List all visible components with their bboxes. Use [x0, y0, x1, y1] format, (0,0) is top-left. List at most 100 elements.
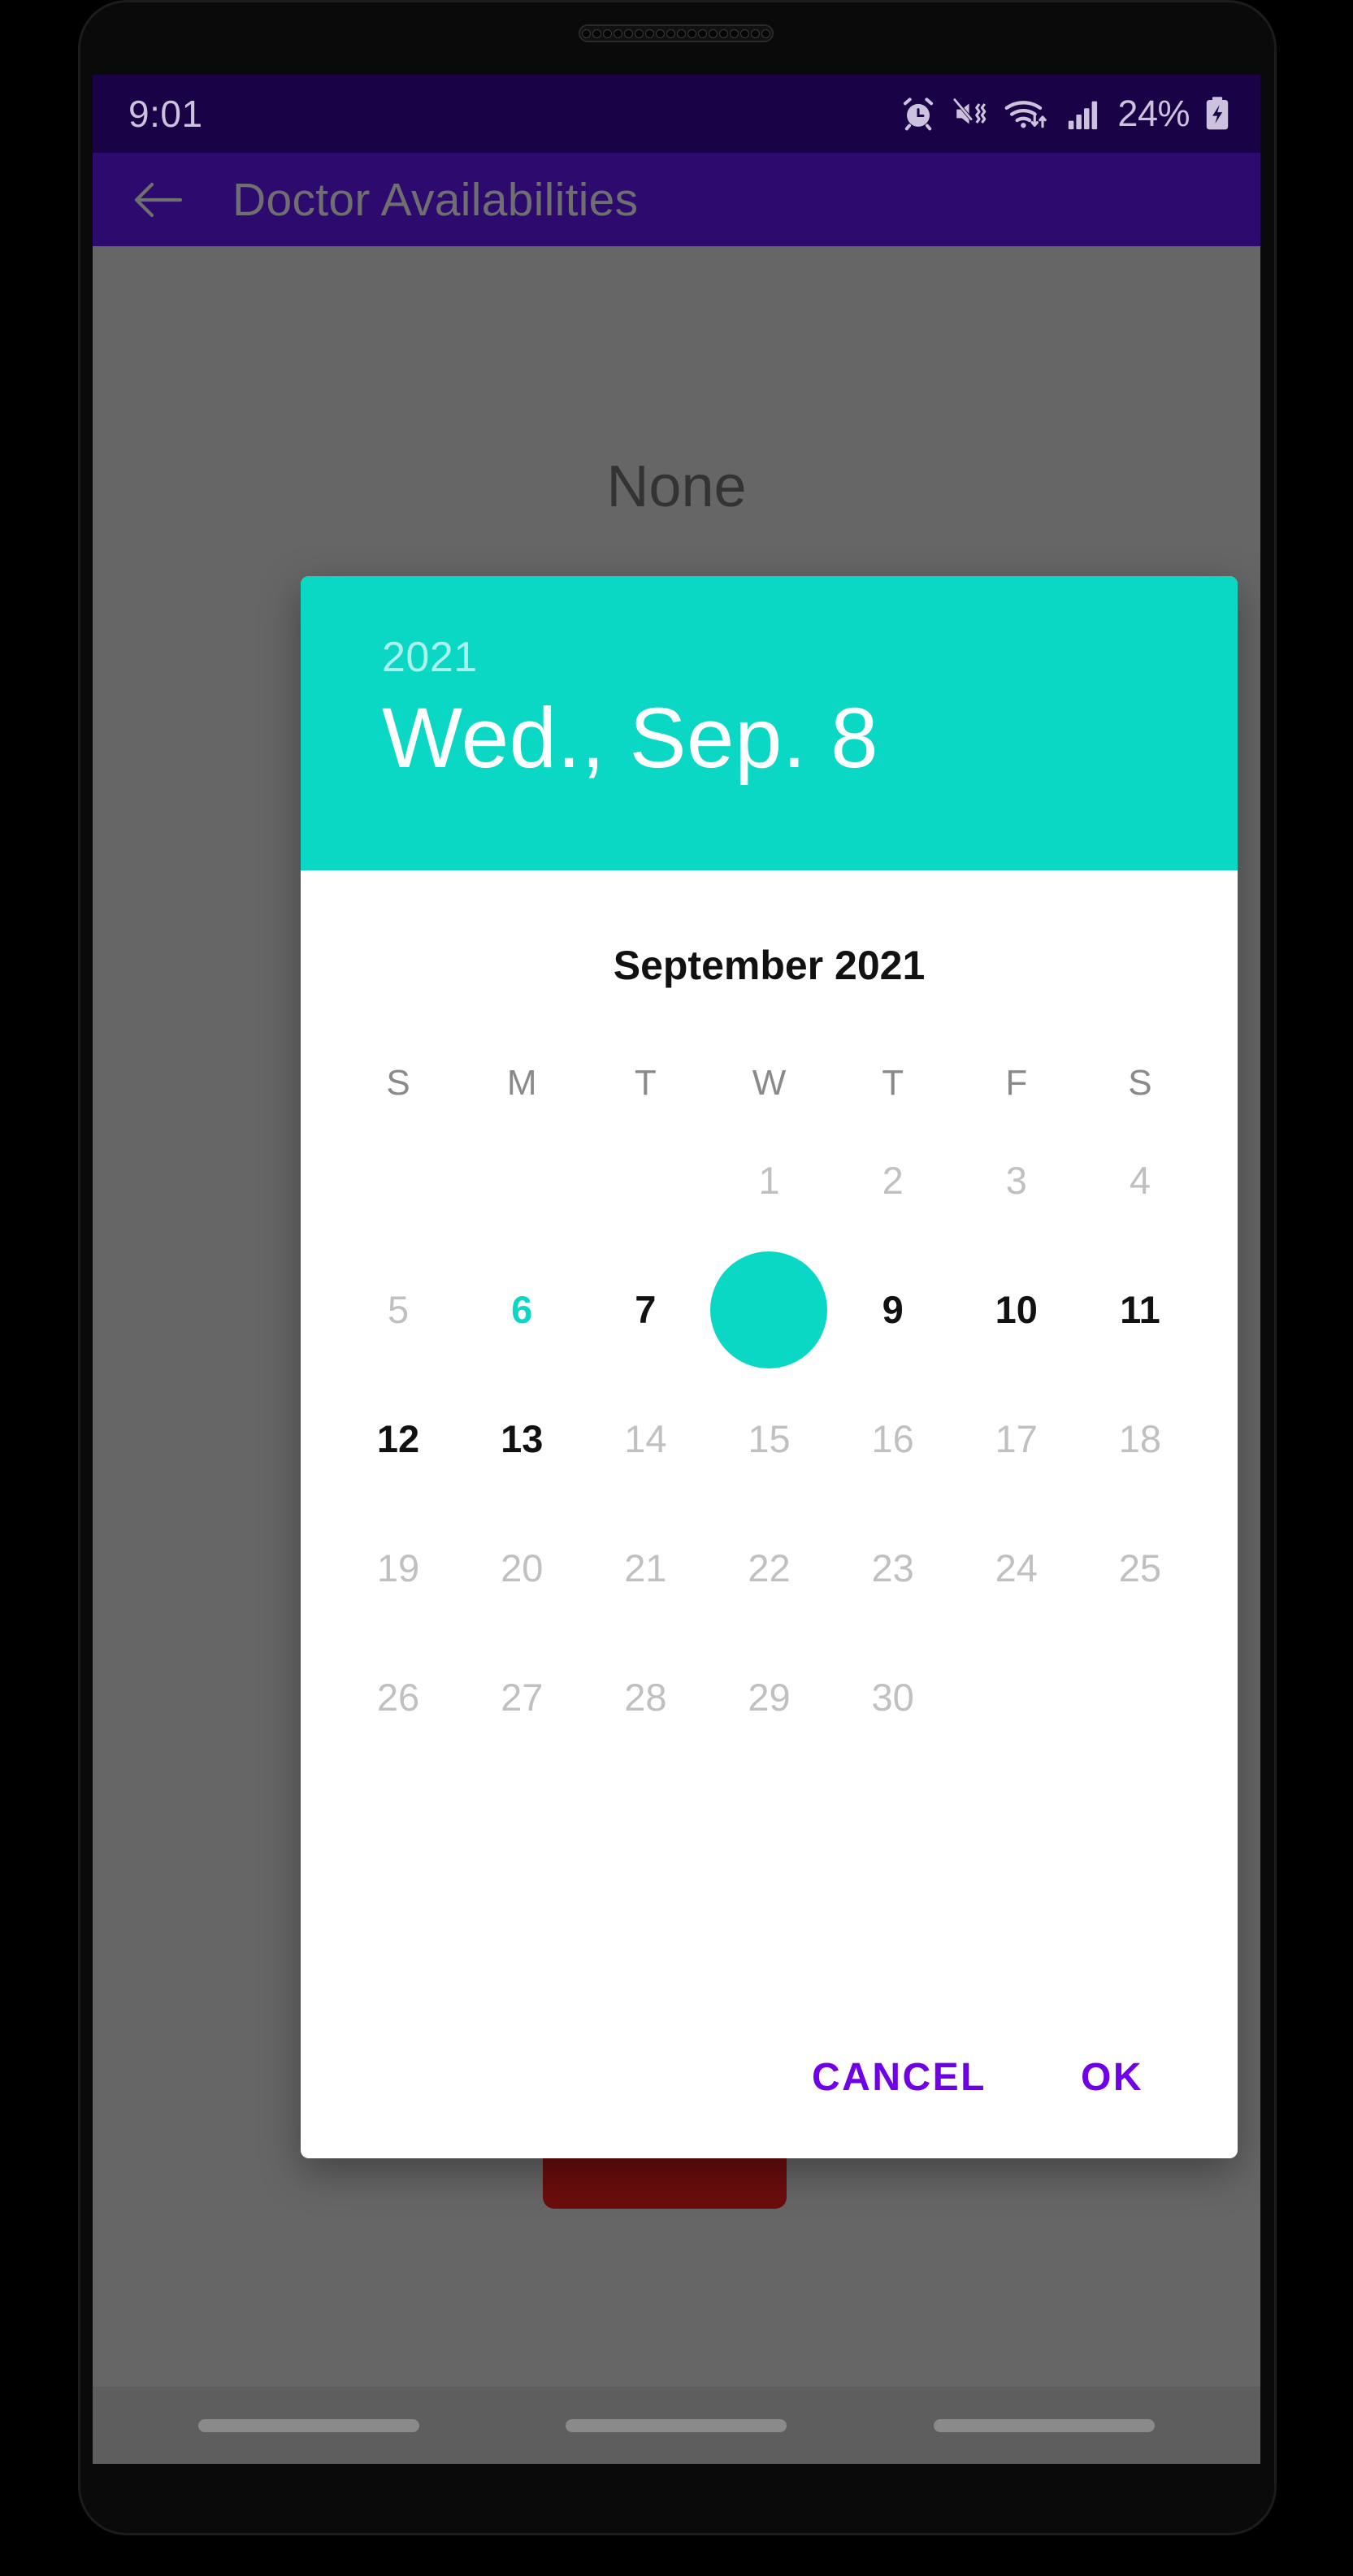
battery-charging-icon — [1206, 97, 1229, 130]
day-cell: 22 — [707, 1503, 830, 1633]
day-number: 27 — [501, 1676, 544, 1719]
day-cell: 1 — [707, 1116, 830, 1245]
day-cell[interactable]: 11 — [1078, 1245, 1202, 1374]
date-picker-body: September 2021 S M T W T F S 1 2 3 4 5 6 7 8 9 10 11 12 13 1… — [301, 942, 1238, 1762]
day-cell: 17 — [955, 1374, 1078, 1503]
day-cell: 14 — [583, 1374, 707, 1503]
dialog-action-row: CANCEL OK — [301, 1996, 1238, 2158]
day-cell: 28 — [583, 1633, 707, 1762]
battery-percent-label: 24% — [1117, 93, 1190, 134]
day-cell: 2 — [831, 1116, 955, 1245]
day-cell-empty — [1078, 1633, 1202, 1762]
day-cell-empty — [583, 1116, 707, 1245]
weekday-header: S — [386, 1063, 410, 1103]
status-bar: 9:01 24% — [93, 75, 1260, 153]
day-number: 12 — [376, 1417, 420, 1460]
day-number: 20 — [501, 1546, 544, 1589]
back-arrow-icon[interactable] — [130, 171, 187, 228]
day-number: 6 — [511, 1288, 533, 1331]
weekday-header: T — [634, 1063, 657, 1103]
day-cell: 29 — [707, 1633, 830, 1762]
day-cell: 16 — [831, 1374, 955, 1503]
day-cell: 3 — [955, 1116, 1078, 1245]
mute-vibrate-icon — [953, 98, 987, 124]
day-number: 26 — [376, 1676, 420, 1719]
day-cell-empty — [336, 1116, 460, 1245]
day-number: 5 — [388, 1288, 410, 1331]
status-bar-icons: 24% — [900, 93, 1231, 135]
day-cell: 24 — [955, 1503, 1078, 1633]
cell-signal-icon — [1069, 101, 1098, 130]
date-picker-dialog: 2021 Wed., Sep. 8 September 2021 SMTWTFS… — [301, 576, 1238, 2158]
day-cell: 20 — [460, 1503, 583, 1633]
day-number: 11 — [1120, 1288, 1160, 1331]
nav-pill-back[interactable] — [933, 2418, 1155, 2432]
nav-pill-recents[interactable] — [198, 2418, 420, 2432]
day-number: 28 — [624, 1676, 667, 1719]
day-number: 10 — [995, 1288, 1038, 1331]
day-cell[interactable]: 12 — [336, 1374, 460, 1503]
day-number: 14 — [624, 1417, 667, 1460]
day-number: 8 — [707, 1287, 830, 1332]
day-cell[interactable]: 9 — [831, 1245, 955, 1374]
earpiece-speaker-grille — [579, 24, 774, 42]
day-cell[interactable]: 13 — [460, 1374, 583, 1503]
day-number: 15 — [748, 1417, 791, 1460]
day-cell: 15 — [707, 1374, 830, 1503]
system-navigation-bar — [93, 2387, 1260, 2464]
cancel-button[interactable]: CANCEL — [812, 2055, 987, 2100]
day-number: 17 — [995, 1417, 1038, 1460]
day-cell: 25 — [1078, 1503, 1202, 1633]
ok-button[interactable]: OK — [1081, 2055, 1143, 2100]
day-cell: 21 — [583, 1503, 707, 1633]
device-viewport: 9:01 24% Doctor Availabilities None 2021… — [93, 75, 1260, 2464]
nav-pill-home[interactable] — [566, 2418, 787, 2432]
empty-state-label: None — [606, 454, 747, 519]
day-cell: 26 — [336, 1633, 460, 1762]
day-number: 19 — [376, 1546, 420, 1589]
day-number: 21 — [624, 1546, 667, 1589]
day-cell: 4 — [1078, 1116, 1202, 1245]
day-cell[interactable]: 7 — [583, 1245, 707, 1374]
day-number: 23 — [871, 1546, 914, 1589]
weekday-header: S — [1128, 1063, 1152, 1103]
day-cell-empty — [460, 1116, 583, 1245]
day-number: 25 — [1118, 1546, 1162, 1589]
day-number: 18 — [1118, 1417, 1162, 1460]
day-number: 30 — [871, 1676, 914, 1719]
day-number: 2 — [882, 1159, 904, 1202]
wifi-icon — [1005, 101, 1047, 128]
page-title: Doctor Availabilities — [232, 173, 639, 226]
day-cell[interactable]: 10 — [955, 1245, 1078, 1374]
alarm-clock-icon — [904, 98, 934, 131]
day-number: 7 — [635, 1288, 657, 1331]
day-cell[interactable]: 6 — [460, 1245, 583, 1374]
day-number: 9 — [882, 1288, 904, 1331]
day-number: 22 — [748, 1546, 791, 1589]
calendar-grid: S M T W T F S 1 2 3 4 5 6 7 8 9 10 11 12 13 14 15 16 17 18 19 20 21… — [301, 1051, 1238, 1762]
weekday-header: M — [506, 1063, 537, 1103]
weekday-header: W — [752, 1063, 787, 1103]
status-bar-clock: 9:01 — [128, 93, 203, 135]
phone-screenshot: 9:01 24% Doctor Availabilities None 2021… — [0, 0, 1353, 2576]
day-cell: 19 — [336, 1503, 460, 1633]
day-number: 13 — [501, 1417, 544, 1460]
selected-date-label[interactable]: Wed., Sep. 8 — [382, 690, 1238, 787]
weekday-header: F — [1005, 1063, 1028, 1103]
month-year-label: September 2021 — [613, 943, 926, 988]
day-cell: 23 — [831, 1503, 955, 1633]
day-cell: 18 — [1078, 1374, 1202, 1503]
day-number: 1 — [758, 1159, 780, 1202]
selected-year-label[interactable]: 2021 — [382, 633, 1238, 682]
day-number: 3 — [1005, 1159, 1027, 1202]
day-cell: 30 — [831, 1633, 955, 1762]
day-number: 24 — [995, 1546, 1038, 1589]
day-cell-empty — [955, 1633, 1078, 1762]
weekday-header: T — [882, 1063, 904, 1103]
day-cell[interactable]: 8 — [707, 1245, 830, 1374]
day-cell: 27 — [460, 1633, 583, 1762]
day-number: 16 — [871, 1417, 914, 1460]
day-number: 4 — [1129, 1159, 1151, 1202]
day-cell: 5 — [336, 1245, 460, 1374]
day-number: 29 — [748, 1676, 791, 1719]
